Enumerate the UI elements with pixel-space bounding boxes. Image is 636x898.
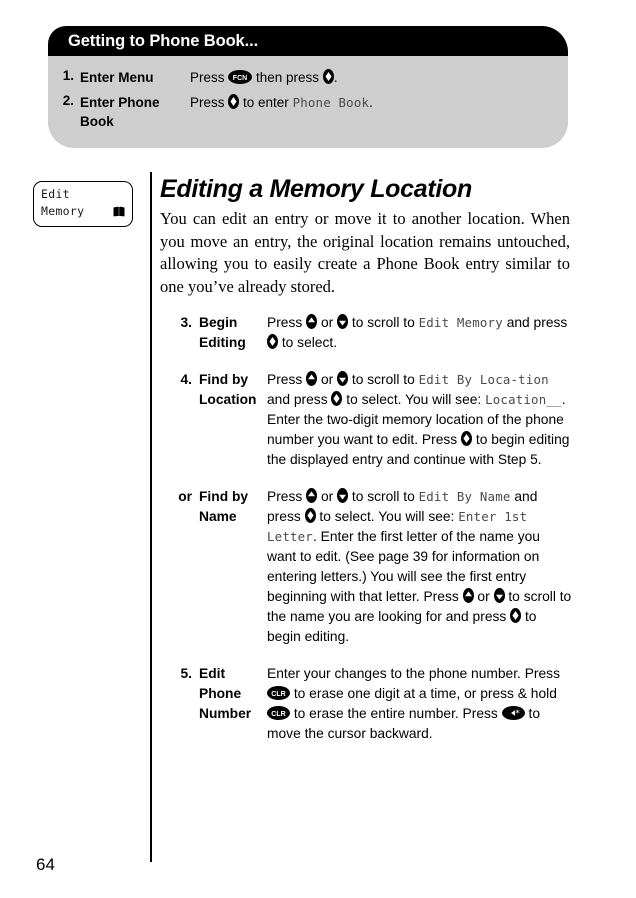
- lcd-chip-line-2: Memory: [41, 203, 125, 220]
- step-text: to scroll to: [348, 315, 419, 330]
- down-arrow-key: [337, 371, 349, 386]
- step-label: Begin Editing: [199, 315, 246, 350]
- callout-text-then-press: then press: [252, 70, 323, 85]
- up-arrow-key: [306, 314, 318, 329]
- step-number: 5.: [180, 666, 192, 681]
- svg-text:FCN: FCN: [233, 75, 247, 82]
- lcd-chip-text-1: Edit: [41, 187, 70, 201]
- step-label: Find by Location: [199, 372, 257, 407]
- step-body: Press or to scroll to Edit By Loca-tion …: [267, 370, 572, 470]
- step-text: or: [317, 489, 338, 504]
- callout-step-description: Press to enter Phone Book.: [190, 93, 568, 131]
- getting-to-phone-book-callout: Getting to Phone Book... 1. Enter Menu P…: [48, 26, 568, 148]
- callout-text-press: Press: [190, 70, 229, 85]
- svg-text:*: *: [515, 709, 520, 719]
- step-text: to erase one digit at a time, or press &…: [290, 686, 557, 701]
- callout-text-period: .: [369, 95, 373, 110]
- step-text: and press: [502, 315, 568, 330]
- callout-step-number: 2.: [62, 93, 74, 108]
- down-arrow-key: [337, 488, 349, 503]
- step-text: to select. You will see:: [342, 392, 486, 407]
- step-text: or: [317, 315, 338, 330]
- step-text: and press: [267, 392, 332, 407]
- callout-title: Getting to Phone Book...: [68, 31, 259, 50]
- callout-text-period: .: [333, 70, 338, 85]
- column-divider-rule: [150, 172, 152, 862]
- callout-step-1: 1. Enter Menu Press FCN then press .: [48, 65, 568, 90]
- clr-key: CLR: [267, 706, 290, 720]
- select-key: [331, 391, 343, 406]
- lcd-display-chip: Edit Memory: [33, 181, 133, 227]
- lcd-phrase: Phone Book: [292, 95, 370, 110]
- down-arrow-key: [493, 588, 505, 603]
- book-icon: [113, 206, 125, 217]
- step-text: to erase the entire number. Press: [290, 706, 502, 721]
- instruction-step: 3. Begin Editing Press or to scroll to Edi…: [160, 313, 572, 353]
- step-text: or: [473, 589, 494, 604]
- up-arrow-key: [306, 371, 318, 386]
- lcd-chip-line-1: Edit: [41, 186, 125, 203]
- step-text: to select. You will see:: [315, 509, 459, 524]
- instruction-step: 4. Find by Location Press or to scroll to …: [160, 370, 572, 470]
- step-text: Enter your changes to the phone number. …: [267, 666, 560, 681]
- callout-body: 1. Enter Menu Press FCN then press . 2. …: [48, 56, 568, 148]
- callout-step-number: 1.: [62, 68, 74, 83]
- step-text: Press: [267, 489, 307, 504]
- callout-header: Getting to Phone Book...: [48, 26, 568, 56]
- callout-step-label: Enter Phone Book: [80, 95, 160, 129]
- step-number: 4.: [180, 372, 192, 387]
- callout-step-description: Press FCN then press .: [190, 68, 568, 87]
- select-key: [510, 608, 522, 623]
- select-key: [304, 508, 316, 523]
- callout-step-label: Enter Menu: [80, 70, 154, 85]
- lcd-phrase: Edit Memory: [418, 315, 503, 330]
- svg-text:CLR: CLR: [271, 711, 285, 718]
- lcd-chip-text-2: Memory: [41, 204, 85, 218]
- instruction-step-list: 3. Begin Editing Press or to scroll to Edi…: [160, 313, 572, 761]
- step-number: 3.: [180, 315, 192, 330]
- lcd-phrase: Edit By Name: [418, 489, 511, 504]
- back-star-key: *: [501, 706, 525, 720]
- step-text: to scroll to: [348, 489, 419, 504]
- lcd-phrase: Location__: [485, 392, 562, 407]
- step-label: Find by Name: [199, 489, 249, 524]
- up-arrow-key: [306, 488, 318, 503]
- step-body: Press or to scroll to Edit Memory and pr…: [267, 313, 572, 353]
- intro-paragraph: You can edit an entry or move it to anot…: [160, 209, 570, 296]
- main-column: Editing a Memory Location You can edit a…: [160, 175, 570, 298]
- step-label: Edit Phone Number: [199, 666, 252, 721]
- step-number: or: [178, 489, 192, 504]
- page-title: Editing a Memory Location: [160, 175, 472, 203]
- callout-text-press: Press: [190, 95, 229, 110]
- select-key: [228, 94, 240, 109]
- instruction-step: 5. Edit Phone Number Enter your changes to…: [160, 664, 572, 744]
- down-arrow-key: [337, 314, 349, 329]
- lcd-phrase: Edit By Loca-tion: [418, 372, 549, 387]
- select-key: [461, 431, 473, 446]
- select-key: [322, 69, 334, 84]
- page-number: 64: [36, 855, 55, 874]
- instruction-step: or Find by Name Press or to scroll to Edit…: [160, 487, 572, 647]
- step-text: Press: [267, 372, 307, 387]
- svg-text:CLR: CLR: [271, 691, 285, 698]
- step-text: or: [317, 372, 338, 387]
- step-text: Press: [267, 315, 307, 330]
- clr-key: CLR: [267, 686, 290, 700]
- step-body: Enter your changes to the phone number. …: [267, 664, 572, 744]
- step-text: to scroll to: [348, 372, 419, 387]
- up-arrow-key: [462, 588, 474, 603]
- step-body: Press or to scroll to Edit By Name and p…: [267, 487, 572, 647]
- callout-text-to-enter: to enter: [239, 95, 293, 110]
- step-text: to select.: [278, 335, 338, 350]
- fcn-key: FCN: [228, 70, 253, 84]
- select-key: [267, 334, 278, 349]
- callout-step-2: 2. Enter Phone Book Press to enter Phone…: [48, 90, 568, 134]
